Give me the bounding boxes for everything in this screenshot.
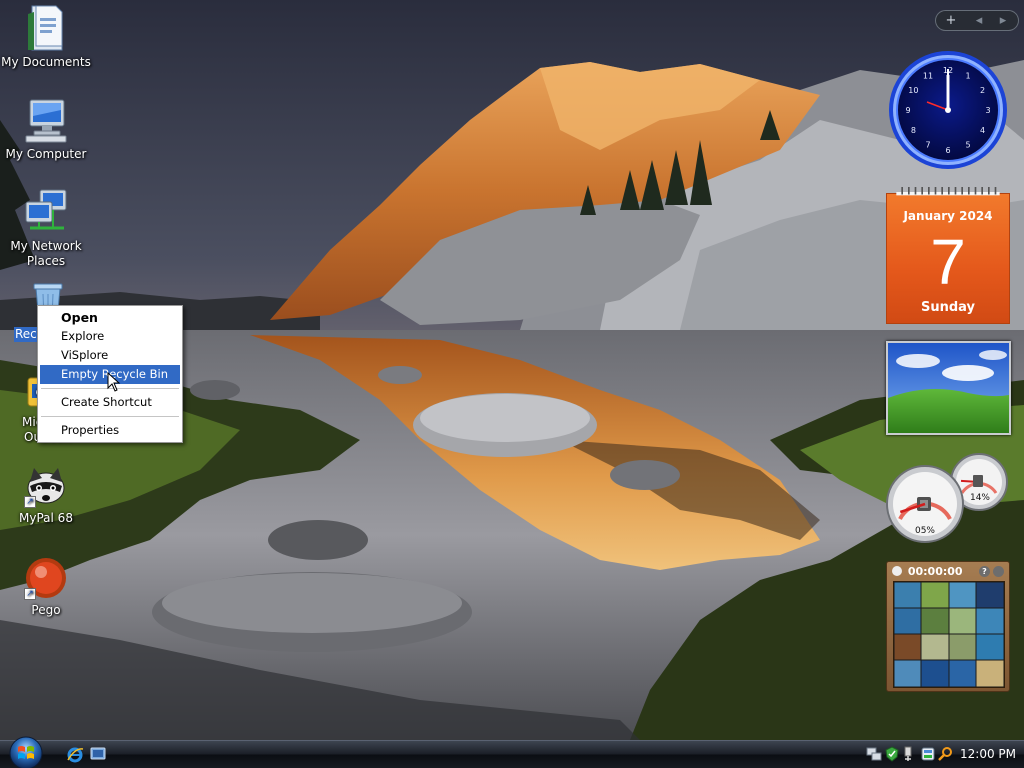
clock-number: 7 [925,141,930,150]
picture-puzzle-gadget[interactable]: 00:00:00 ? [886,561,1010,692]
add-gadget-button[interactable]: + [938,11,964,30]
clock-number: 1 [965,71,970,80]
next-gadgets-button[interactable]: ▸ [990,11,1016,30]
calendar-weekday: Sunday [920,300,976,315]
clock-number: 3 [985,106,990,115]
puzzle-timer-text: 00:00:00 [907,565,963,578]
clock-number: 4 [980,126,985,135]
puzzle-timer: 00:00:00 ? [892,565,1004,579]
calendar-gadget[interactable]: January 2024 7 Sunday [886,187,1010,324]
my-computer-icon [25,99,67,143]
my-documents-icon [28,5,63,51]
slideshow-image [888,343,1009,433]
menu-item-create-shortcut[interactable]: Create Shortcut [40,393,180,412]
taskbar-clock[interactable]: 12:00 PM [958,741,1018,768]
clock-number: 5 [965,141,970,150]
start-button[interactable] [6,735,46,768]
desktop-icon-pego[interactable]: ↗ Pego [0,556,92,618]
clock-number: 2 [980,86,985,95]
clock-number: 10 [908,86,918,95]
desktop-icon-my-documents[interactable]: My Documents [0,4,92,70]
menu-item-visplore[interactable]: ViSplore [40,346,180,365]
shortcut-arrow-icon: ↗ [24,588,36,600]
puzzle-help-button[interactable]: ? [979,566,990,577]
calendar-month-year: January 2024 [903,209,993,223]
clock-gadget[interactable]: 121234567891011 [887,49,1009,171]
menu-item-open[interactable]: Open [40,308,180,327]
calendar-page: January 2024 7 Sunday [886,193,1010,324]
desktop-icon-label: My Computer [5,147,87,161]
calendar-binding-rings [896,187,1000,196]
network-places-icon [25,189,67,230]
puzzle-board[interactable] [893,581,1005,688]
memory-percent-text: 14% [970,493,990,503]
clock-number: 11 [923,71,933,80]
show-desktop-icon[interactable] [90,746,106,762]
menu-item-properties[interactable]: Properties [40,421,180,440]
desktop-icon-label: My Network [10,239,82,253]
desktop-icon-my-network-places[interactable]: My Network Places [0,188,92,269]
desktop-icon-label-line2: Places [26,254,66,268]
cpu-meter-gadget[interactable]: 14% 05% [884,453,1011,543]
sidebar-control: + ◂ ▸ [935,10,1019,31]
network-icon[interactable] [866,746,882,762]
desktop-icon-label: My Documents [1,55,91,69]
internet-explorer-icon[interactable] [66,746,84,764]
puzzle-shuffle-button[interactable] [993,566,1004,577]
shortcut-arrow-icon: ↗ [24,496,36,508]
search-icon[interactable] [938,746,954,762]
taskbar: 12:00 PM [0,736,1024,768]
clock-number: 8 [911,126,916,135]
calendar-day-number: 7 [930,226,966,298]
menu-separator [41,416,179,417]
messenger-icon[interactable] [920,746,936,762]
mouse-pointer-icon [107,372,121,392]
menu-item-explore[interactable]: Explore [40,327,180,346]
clock-number: 6 [945,146,950,155]
previous-gadgets-button[interactable]: ◂ [966,11,992,30]
cpu-percent-text: 05% [915,526,935,536]
timer-clock-icon [892,566,902,576]
desktop-icon-label: MyPal 68 [19,511,73,525]
clock-number: 9 [905,106,910,115]
usb-device-icon[interactable] [900,746,916,762]
desktop-icon-label: Pego [31,603,61,617]
security-icon[interactable] [884,746,900,762]
desktop-icon-my-computer[interactable]: My Computer [0,96,92,162]
slideshow-gadget[interactable] [886,341,1011,435]
desktop-icon-mypal-68[interactable]: ↗ MyPal 68 [0,464,92,526]
